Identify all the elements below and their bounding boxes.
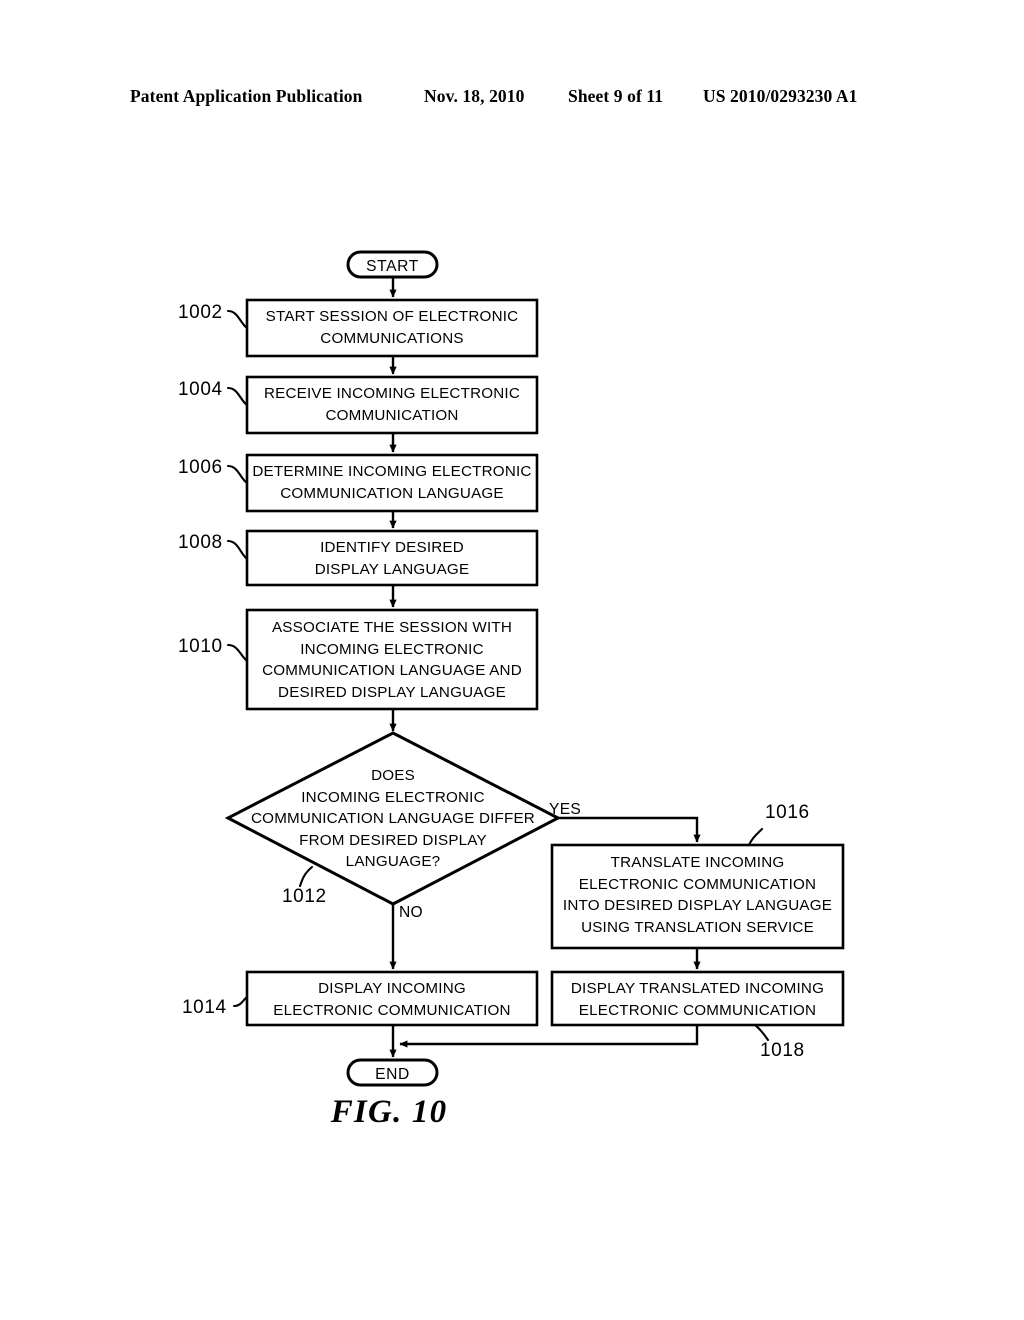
leader-1002: [226, 309, 249, 330]
flowchart-figure: START END START SESSION OF ELECTRONIC CO…: [0, 0, 1024, 1320]
node-1008-shape: [245, 529, 539, 587]
leader-1004: [226, 386, 249, 407]
figure-caption-text: FIG. 10: [330, 1094, 448, 1130]
node-1012-shape: [224, 731, 562, 906]
node-1004-shape: [245, 375, 539, 435]
ref-number-1014: 1014: [182, 997, 227, 1018]
end-terminator-shape: [346, 1058, 439, 1087]
leader-1016: [747, 827, 764, 847]
node-1010-shape: [245, 608, 539, 711]
start-terminator-shape: [346, 250, 439, 279]
leader-1008: [226, 539, 249, 561]
ref-number-1012: 1012: [282, 886, 327, 907]
ref-number-1002: 1002: [178, 302, 223, 323]
branch-label-yes: YES: [549, 801, 582, 818]
leader-1006: [226, 464, 249, 485]
node-1014-shape: [245, 970, 539, 1027]
ref-number-1010: 1010: [178, 636, 223, 657]
ref-number-1016: 1016: [765, 802, 810, 823]
ref-number-1004: 1004: [178, 379, 223, 400]
branch-label-no: NO: [399, 904, 423, 921]
leader-1012: [298, 865, 314, 888]
ref-number-1008: 1008: [178, 532, 223, 553]
leader-1010: [226, 643, 249, 663]
ref-number-1006: 1006: [178, 457, 223, 478]
ref-number-1018: 1018: [760, 1040, 805, 1061]
node-1016-shape: [550, 843, 845, 950]
leader-1018: [753, 1023, 770, 1042]
connector-1018-to-end: [399, 1026, 699, 1048]
leader-1014: [232, 995, 249, 1008]
node-1002-shape: [245, 298, 539, 358]
node-1006-shape: [245, 453, 539, 513]
connector-1012-yes-to-1016: [558, 816, 701, 843]
node-1018-shape: [550, 970, 845, 1027]
figure-caption: FIG. 10: [0, 1094, 1024, 1131]
